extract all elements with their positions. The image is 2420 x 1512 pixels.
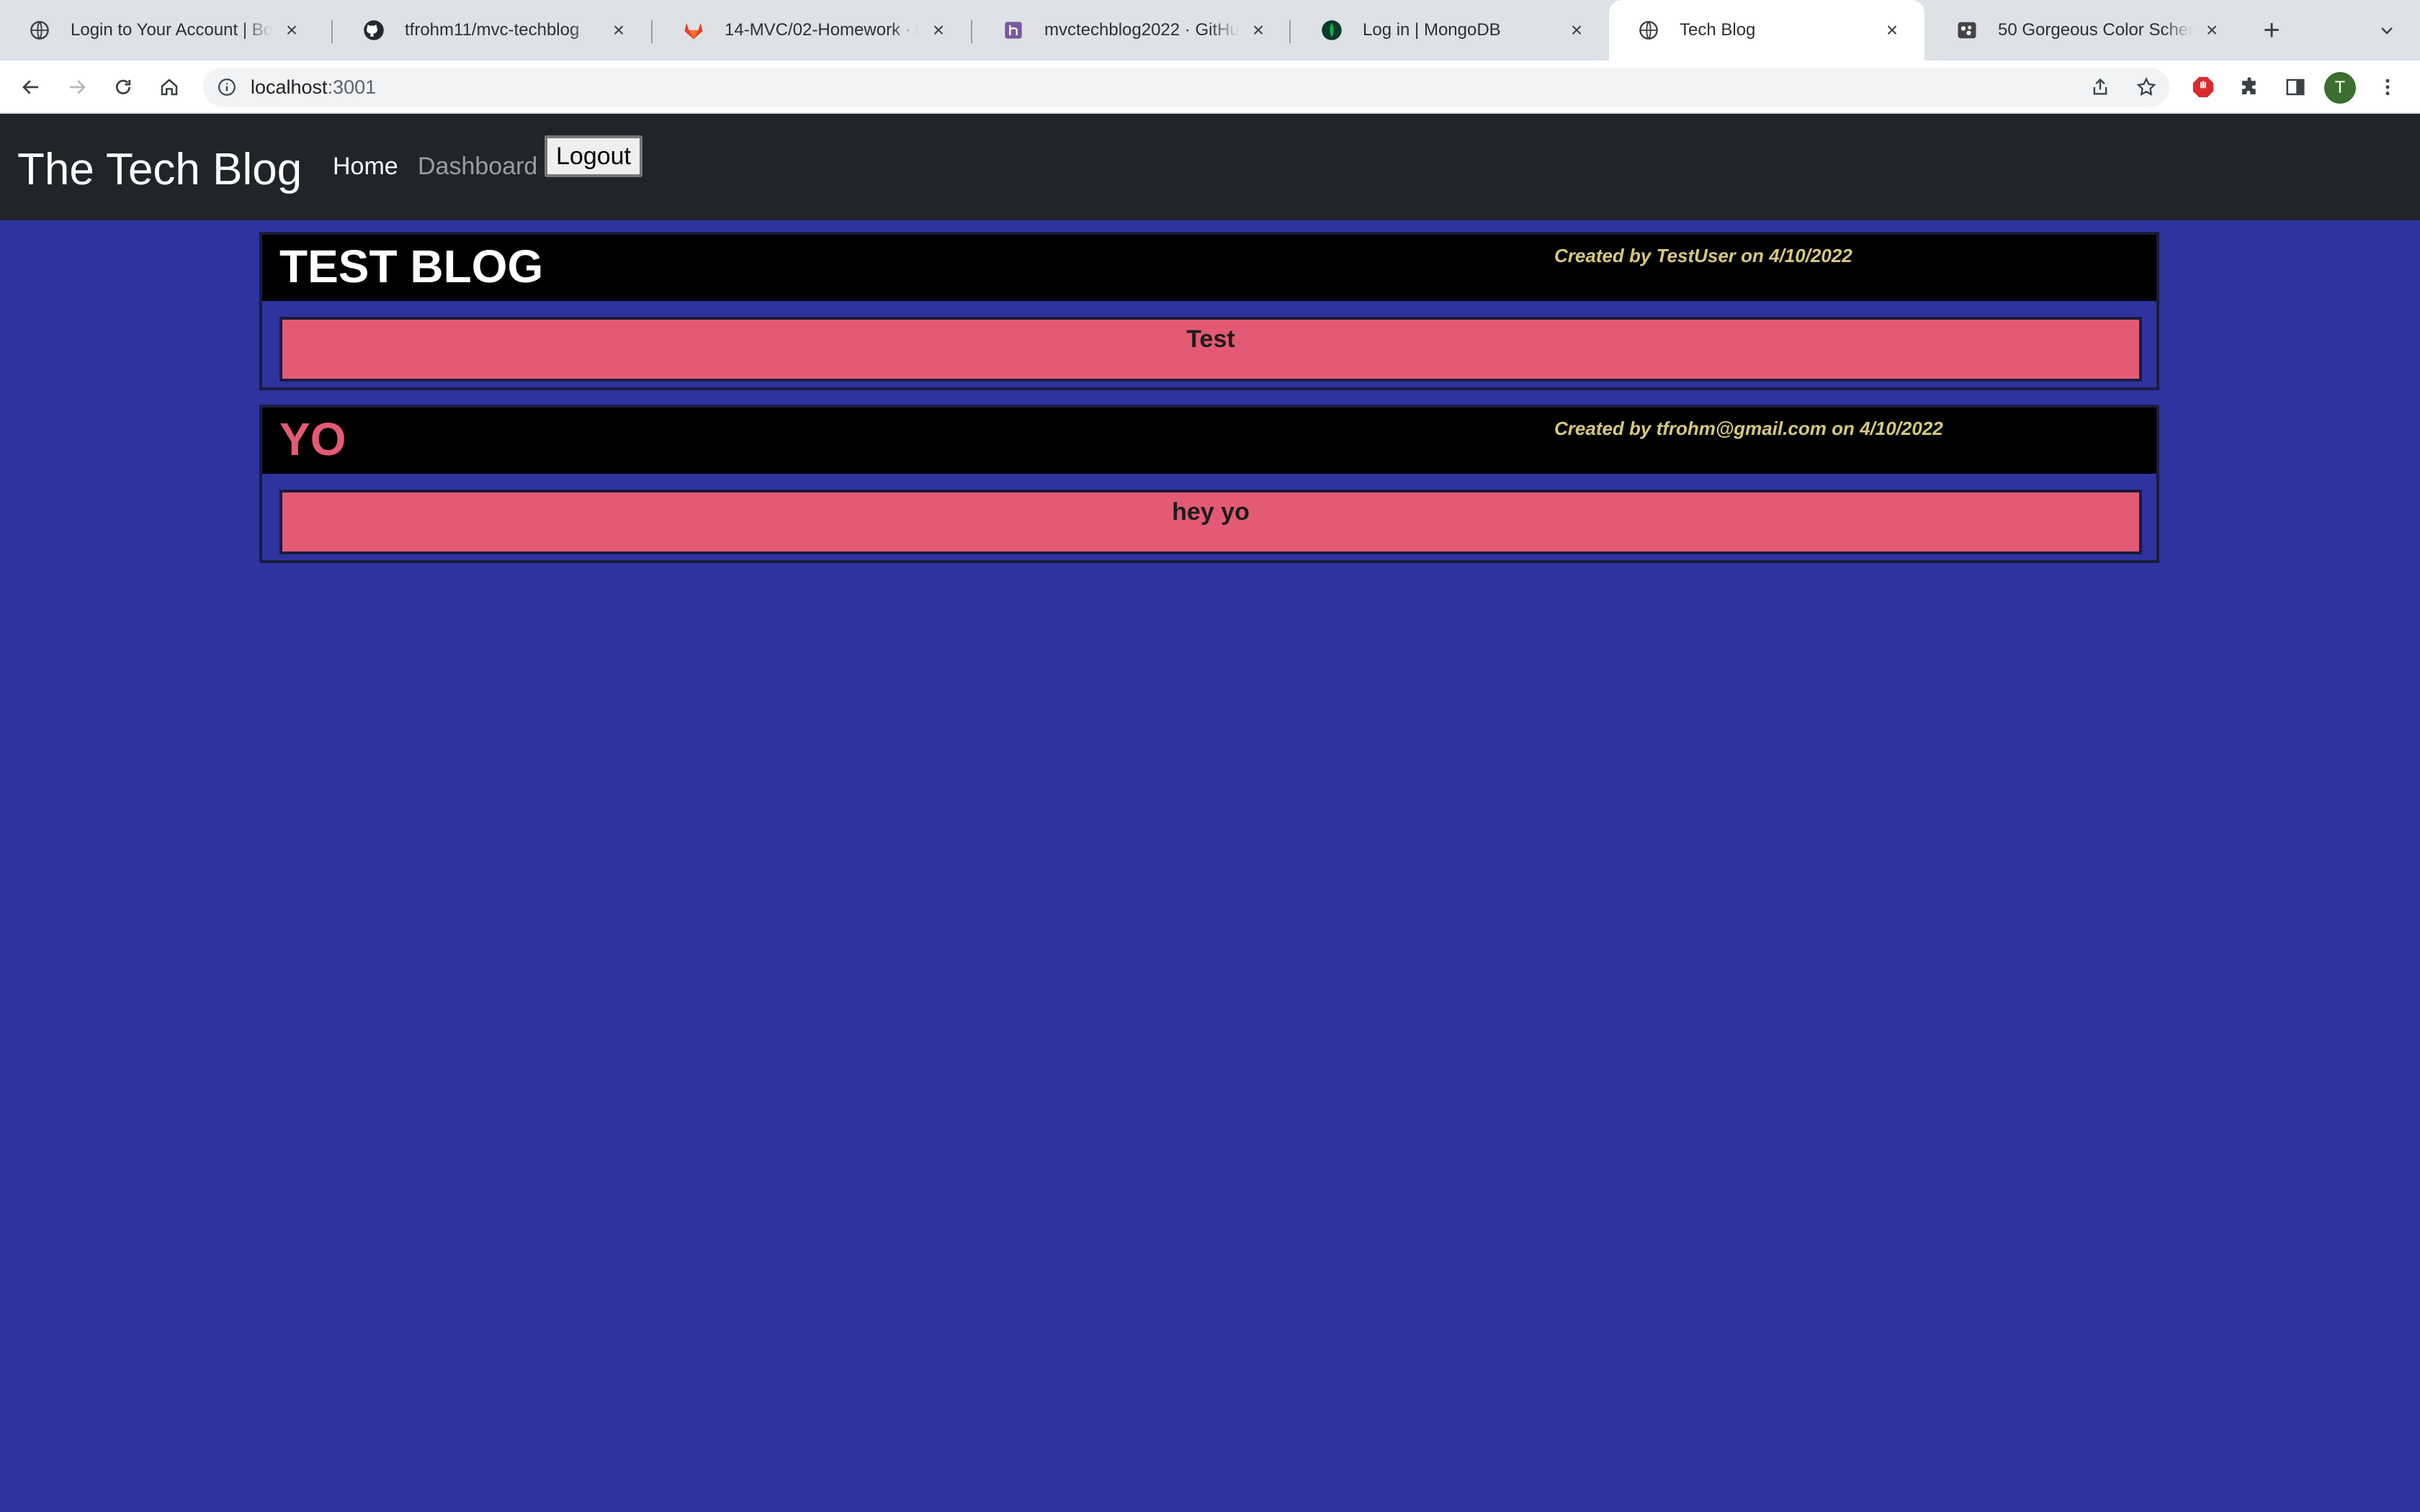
url-port: :3001	[327, 76, 377, 98]
info-icon[interactable]	[216, 76, 238, 98]
reload-icon[interactable]	[107, 71, 140, 104]
url-host: localhost	[251, 76, 328, 98]
site-brand[interactable]: The Tech Blog	[17, 144, 302, 195]
post-meta: Created by TestUser on 4/10/2022	[1554, 245, 1852, 266]
tab-title: mvctechblog2022 · GitHub	[1044, 20, 1239, 40]
close-icon[interactable]: ×	[608, 19, 629, 41]
tab-title: Tech Blog	[1680, 20, 1756, 40]
heroku-icon	[1003, 19, 1024, 41]
adblock-extension-icon[interactable]	[2187, 71, 2220, 104]
browser-toolbar: localhost:3001 T	[0, 60, 2420, 114]
chevron-down-icon[interactable]	[2370, 16, 2404, 45]
url-text: localhost:3001	[251, 76, 376, 99]
post-header: YO Created by tfrohm@gmail.com on 4/10/2…	[262, 408, 2156, 474]
gitlab-icon	[683, 19, 704, 41]
bookmark-star-icon[interactable]	[2133, 74, 2159, 100]
palette-icon	[1956, 19, 1978, 41]
post-header: TEST BLOG Created by TestUser on 4/10/20…	[262, 235, 2156, 301]
post-meta: Created by tfrohm@gmail.com on 4/10/2022	[1554, 418, 1943, 439]
nav-dashboard-link[interactable]: Dashboard	[418, 153, 537, 181]
share-icon[interactable]	[2087, 74, 2113, 100]
forward-arrow-icon[interactable]	[60, 71, 94, 104]
tab-divider	[331, 20, 333, 43]
close-icon[interactable]: ×	[1881, 19, 1903, 41]
globe-icon	[1638, 19, 1659, 41]
more-vert-icon[interactable]	[2371, 71, 2404, 104]
tab-color-schemes[interactable]: 50 Gorgeous Color Scheme ×	[1927, 0, 2244, 60]
tab-login-account[interactable]: Login to Your Account | Boo ×	[0, 0, 324, 60]
side-panel-icon[interactable]	[2279, 71, 2312, 104]
site-navbar: The Tech Blog Home Dashboard Logout	[0, 114, 2420, 220]
tab-divider	[1289, 20, 1291, 43]
post-body: hey yo	[279, 490, 2142, 554]
post-body: Test	[279, 317, 2142, 382]
github-icon	[363, 19, 385, 41]
post-content: hey yo	[1172, 498, 1250, 526]
new-tab-button[interactable]: +	[2254, 13, 2289, 48]
close-icon[interactable]: ×	[1247, 19, 1269, 41]
tab-title: Login to Your Account | Boo	[71, 20, 272, 40]
tab-mongodb-login[interactable]: Log in | MongoDB ×	[1292, 0, 1609, 60]
post-content: Test	[1186, 325, 1235, 353]
back-arrow-icon[interactable]	[14, 71, 48, 104]
blog-post: TEST BLOG Created by TestUser on 4/10/20…	[259, 232, 2159, 390]
close-icon[interactable]: ×	[928, 19, 949, 41]
tab-github-repo[interactable]: tfrohm11/mvc-techblog ×	[334, 0, 651, 60]
tab-heroku-app[interactable]: mvctechblog2022 · GitHub ×	[974, 0, 1291, 60]
home-icon[interactable]	[153, 71, 186, 104]
close-icon[interactable]: ×	[1566, 19, 1587, 41]
browser-tab-strip: Login to Your Account | Boo × tfrohm11/m…	[0, 0, 2420, 60]
tab-divider	[971, 20, 972, 43]
extensions-puzzle-icon[interactable]	[2233, 71, 2266, 104]
nav-home-link[interactable]: Home	[333, 153, 398, 181]
blog-post: YO Created by tfrohm@gmail.com on 4/10/2…	[259, 405, 2159, 563]
address-bar[interactable]: localhost:3001	[203, 68, 2169, 107]
tab-title: tfrohm11/mvc-techblog	[405, 20, 580, 40]
tab-tech-blog[interactable]: Tech Blog ×	[1609, 0, 1924, 60]
tab-title: 50 Gorgeous Color Scheme	[1998, 20, 2192, 40]
tab-title: 14-MVC/02-Homework · ma	[725, 20, 919, 40]
post-title[interactable]: TEST BLOG	[279, 239, 543, 294]
profile-avatar[interactable]: T	[2324, 72, 2356, 104]
globe-icon	[29, 19, 50, 41]
mongodb-leaf-icon	[1321, 19, 1343, 41]
post-title[interactable]: YO	[279, 412, 346, 467]
tab-divider	[651, 20, 653, 43]
tab-title: Log in | MongoDB	[1363, 20, 1501, 40]
close-icon[interactable]: ×	[2201, 19, 2223, 41]
close-icon[interactable]: ×	[281, 19, 302, 41]
tab-gitlab-homework[interactable]: 14-MVC/02-Homework · ma ×	[654, 0, 971, 60]
logout-button[interactable]: Logout	[544, 135, 642, 177]
